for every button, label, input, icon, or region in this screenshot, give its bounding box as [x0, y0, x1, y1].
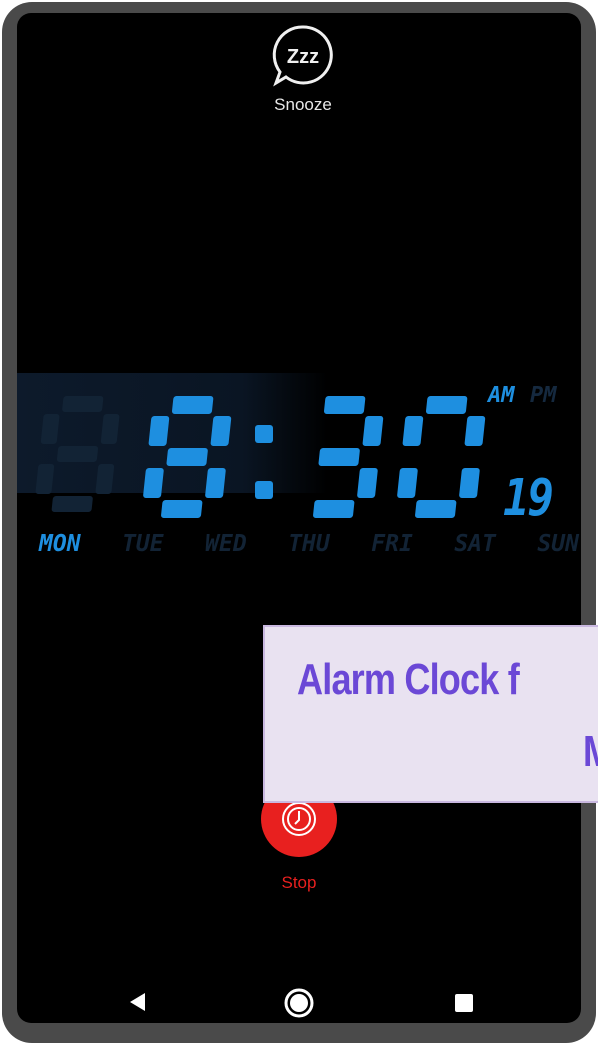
- am-indicator: AM: [488, 383, 515, 408]
- segment-f: [148, 416, 170, 446]
- day-mon: MON: [39, 531, 81, 557]
- segment-b: [210, 416, 232, 446]
- segment-c: [95, 464, 115, 494]
- pm-indicator: PM: [530, 383, 557, 408]
- segment-e: [397, 468, 418, 498]
- segment-b: [100, 414, 120, 444]
- day-sat: SAT: [454, 531, 496, 557]
- phone-frame: Zzz Snooze AM PM 19 MON TUE WED THU FRI …: [2, 2, 596, 1043]
- snooze-icon-text: Zzz: [287, 46, 319, 68]
- ghost-hour-tens: [35, 396, 120, 512]
- segment-g: [56, 446, 99, 462]
- stop-label: Stop: [281, 873, 317, 892]
- navigation-bar: [17, 973, 581, 1023]
- time-digit-3: [397, 396, 486, 518]
- snooze-label: Snooze: [274, 95, 332, 114]
- segment-a: [62, 396, 104, 412]
- time-digit-2: [313, 396, 384, 518]
- active-digits: [143, 396, 486, 518]
- day-wed: WED: [205, 531, 247, 557]
- segment-e: [35, 464, 55, 494]
- day-tue: TUE: [122, 531, 164, 557]
- colon-bottom-dot: [255, 481, 273, 499]
- segment-g: [166, 448, 208, 466]
- seconds-display: 19: [503, 469, 554, 528]
- recents-square-icon[interactable]: [454, 993, 474, 1013]
- segment-b: [464, 416, 486, 446]
- segment-c: [357, 468, 378, 498]
- snooze-button[interactable]: Zzz Snooze: [263, 23, 343, 115]
- alarm-screen: Zzz Snooze AM PM 19 MON TUE WED THU FRI …: [17, 13, 581, 1023]
- inactive-digit-segments: [35, 396, 120, 512]
- segment-d: [161, 500, 203, 518]
- overlay-banner: Alarm Clock f M: [263, 625, 598, 803]
- segment-d: [415, 500, 457, 518]
- segment-a: [323, 396, 366, 414]
- segment-d: [51, 496, 93, 512]
- segment-a: [171, 396, 214, 414]
- day-fri: FRI: [371, 531, 413, 557]
- banner-title-line1: Alarm Clock f: [297, 655, 520, 704]
- day-sun: SUN: [537, 531, 579, 557]
- weekday-row: MON TUE WED THU FRI SAT SUN: [39, 531, 579, 557]
- back-triangle-icon[interactable]: [127, 991, 149, 1013]
- snooze-bubble-icon: Zzz: [272, 25, 333, 87]
- segment-c: [459, 468, 480, 498]
- segment-f: [402, 416, 424, 446]
- segment-g: [318, 448, 360, 466]
- day-thu: THU: [288, 531, 330, 557]
- time-digit-0: [143, 396, 232, 518]
- segment-a: [425, 396, 468, 414]
- home-circle-icon[interactable]: [283, 987, 315, 1019]
- colon-top-dot: [255, 425, 273, 443]
- segment-e: [143, 468, 164, 498]
- banner-title-line2: M: [583, 727, 598, 777]
- segment-d: [313, 500, 355, 518]
- segment-b: [362, 416, 384, 446]
- segment-f: [40, 414, 60, 444]
- segment-c: [205, 468, 226, 498]
